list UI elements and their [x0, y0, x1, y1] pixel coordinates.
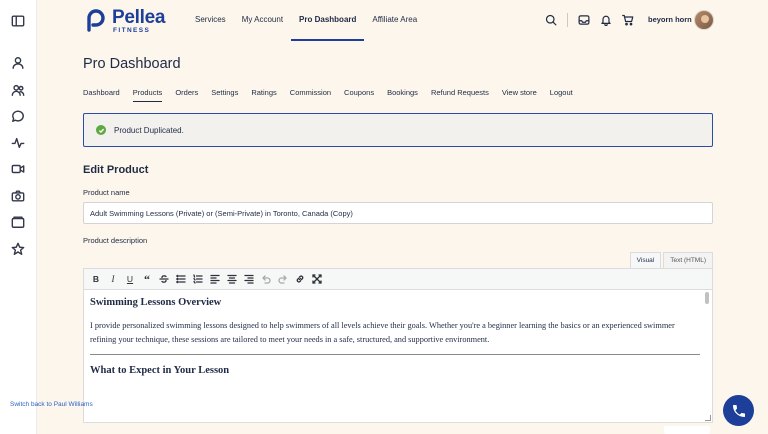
- product-name-input[interactable]: [83, 202, 713, 224]
- product-description-label: Product description: [83, 236, 148, 245]
- link-icon[interactable]: [294, 273, 306, 285]
- content-divider: [90, 354, 700, 355]
- top-nav: Services My Account Pro Dashboard Affili…: [187, 0, 425, 41]
- subnav-commission[interactable]: Commission: [290, 86, 331, 102]
- header-divider: [567, 13, 568, 27]
- align-center-icon[interactable]: [226, 273, 238, 285]
- nav-pro-dashboard[interactable]: Pro Dashboard: [291, 0, 365, 41]
- blockquote-icon[interactable]: “: [141, 273, 153, 285]
- tab-visual[interactable]: Visual: [629, 252, 662, 268]
- editor-tabs: Visual Text (HTML): [628, 252, 713, 268]
- nav-services[interactable]: Services: [187, 0, 234, 41]
- user-icon[interactable]: [11, 56, 25, 70]
- strikethrough-icon[interactable]: [158, 273, 170, 285]
- subnav-dashboard[interactable]: Dashboard: [83, 86, 120, 102]
- product-name-label: Product name: [83, 188, 130, 197]
- subnav-settings[interactable]: Settings: [211, 86, 238, 102]
- avatar[interactable]: [694, 10, 714, 30]
- tab-text-html[interactable]: Text (HTML): [663, 252, 713, 268]
- page-title: Pro Dashboard: [83, 56, 181, 72]
- call-button[interactable]: [723, 395, 754, 426]
- inbox-icon[interactable]: [578, 14, 590, 26]
- video-icon[interactable]: [11, 162, 25, 176]
- content-heading-overview: Swimming Lessons Overview: [90, 297, 222, 308]
- subnav-orders[interactable]: Orders: [175, 86, 198, 102]
- editor-toolbar: B I U “: [84, 269, 712, 290]
- align-right-icon[interactable]: [243, 273, 255, 285]
- brand-sub: FITNESS: [113, 26, 151, 34]
- left-rail: [0, 0, 37, 434]
- redo-icon[interactable]: [277, 273, 289, 285]
- editor-resize-handle[interactable]: [705, 415, 711, 421]
- camera-icon[interactable]: [11, 189, 25, 203]
- subnav-logout[interactable]: Logout: [550, 86, 573, 102]
- dashboard-subnav: Dashboard Products Orders Settings Ratin…: [83, 86, 586, 102]
- brand-logo[interactable]: Pellea FITNESS: [84, 8, 165, 34]
- site-header: Pellea FITNESS Services My Account Pro D…: [37, 0, 768, 41]
- section-title: Edit Product: [83, 164, 149, 176]
- phone-icon: [732, 404, 745, 417]
- subnav-view-store[interactable]: View store: [502, 86, 537, 102]
- success-notice: Product Duplicated.: [83, 113, 713, 147]
- subnav-bookings[interactable]: Bookings: [387, 86, 418, 102]
- bullet-list-icon[interactable]: [175, 273, 187, 285]
- user-name[interactable]: beyorn horn: [648, 15, 692, 24]
- check-circle-icon: [96, 125, 106, 135]
- editor-content[interactable]: Swimming Lessons Overview I provide pers…: [90, 297, 700, 387]
- users-icon[interactable]: [11, 83, 25, 97]
- nav-my-account[interactable]: My Account: [234, 0, 291, 41]
- description-editor[interactable]: B I U “ Swimming Lessons Overview I prov…: [83, 268, 713, 423]
- header-icons: [545, 13, 644, 27]
- undo-icon[interactable]: [260, 273, 272, 285]
- nav-affiliate-area[interactable]: Affiliate Area: [364, 0, 425, 41]
- search-icon[interactable]: [545, 14, 557, 26]
- subnav-refund-requests[interactable]: Refund Requests: [431, 86, 489, 102]
- notice-message: Product Duplicated.: [114, 125, 184, 135]
- align-left-icon[interactable]: [209, 273, 221, 285]
- sidebar-toggle-icon[interactable]: [11, 14, 25, 28]
- bell-icon[interactable]: [600, 14, 612, 26]
- subnav-ratings[interactable]: Ratings: [251, 86, 276, 102]
- numbered-list-icon[interactable]: [192, 273, 204, 285]
- star-icon[interactable]: [11, 242, 25, 256]
- brand-name: Pellea: [112, 6, 166, 28]
- bottom-white-panel: [664, 426, 710, 434]
- editor-scrollbar[interactable]: [705, 292, 709, 304]
- italic-icon[interactable]: I: [107, 273, 119, 285]
- subnav-coupons[interactable]: Coupons: [344, 86, 374, 102]
- subnav-products[interactable]: Products: [132, 86, 163, 102]
- chat-icon[interactable]: [11, 109, 25, 123]
- content-heading-expect: What to Expect in Your Lesson: [90, 365, 230, 376]
- folder-icon[interactable]: [11, 215, 25, 229]
- switch-back-link[interactable]: Switch back to Paul Williams: [10, 401, 93, 408]
- fullscreen-icon[interactable]: [311, 273, 323, 285]
- content-paragraph: I provide personalized swimming lessons …: [90, 321, 675, 344]
- cart-icon[interactable]: [622, 14, 634, 26]
- underline-icon[interactable]: U: [124, 273, 136, 285]
- pellea-logo-icon: [87, 9, 105, 32]
- activity-icon[interactable]: [11, 136, 25, 150]
- bold-icon[interactable]: B: [90, 273, 102, 285]
